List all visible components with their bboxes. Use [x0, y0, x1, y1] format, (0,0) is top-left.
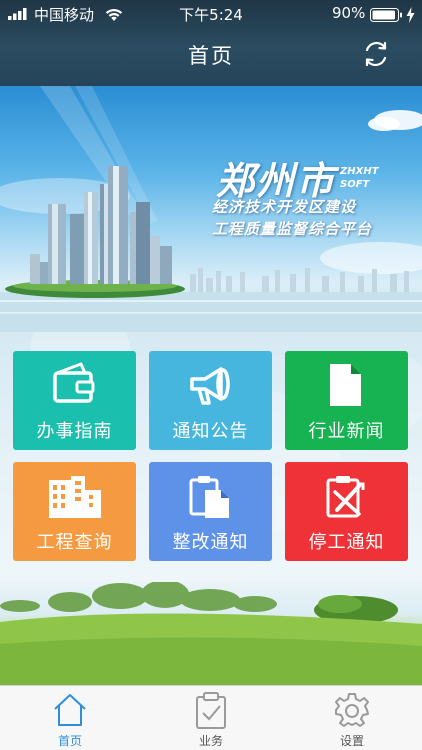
banner-brand-line2: SOFT: [340, 179, 370, 190]
document-icon: [330, 364, 361, 406]
battery-icon: [370, 8, 402, 22]
tab-home[interactable]: 首页: [0, 686, 140, 750]
wallet-icon: [53, 362, 95, 403]
tab-bar: 首页 业务 设置: [0, 685, 422, 750]
top-header: 中国移动 下午5:24 90% 首页: [0, 0, 422, 86]
tab-home-label: 首页: [57, 734, 82, 748]
stop-work-icon: [326, 476, 365, 518]
tab-settings-label: 设置: [339, 734, 364, 748]
tile-news[interactable]: 行业新闻: [285, 351, 408, 450]
tile-rectification[interactable]: 整改通知: [149, 462, 272, 561]
clipboard-icon: [189, 476, 229, 518]
tile-notice-label: 通知公告: [172, 421, 249, 442]
tab-business-label: 业务: [198, 734, 223, 748]
business-clipboard-icon: [196, 692, 226, 729]
buildings-icon: [49, 476, 101, 518]
tile-notice[interactable]: 通知公告: [149, 351, 272, 450]
tile-guide[interactable]: 办事指南: [13, 351, 136, 450]
meadow-trees-illustration: [0, 582, 422, 685]
megaphone-icon: [190, 367, 230, 405]
gear-icon: [335, 693, 369, 727]
home-icon: [54, 694, 86, 726]
tab-business[interactable]: 业务: [141, 686, 281, 750]
status-bar: 中国移动 下午5:24 90%: [0, 4, 422, 26]
banner-subtitle-line1: 经济技术开发区建设: [212, 198, 357, 216]
banner-subtitle-line2: 工程质量监督综合平台: [212, 220, 373, 238]
tile-stop-work-label: 停工通知: [308, 532, 385, 553]
banner-brand-line1: ZHXHT: [340, 166, 379, 177]
battery-percent: 90%: [332, 4, 366, 22]
page-title: 首页: [188, 44, 234, 68]
tile-news-label: 行业新闻: [308, 421, 385, 442]
hero-banner: 郑州市 ZHXHT SOFT 经济技术开发区建设 工程质量监督综合平台: [0, 86, 422, 332]
feature-grid: 办事指南 通知公告 行业新闻 工程查询 整改通知 停工通知: [0, 332, 422, 582]
city-skyline-illustration: [0, 86, 422, 332]
tab-settings[interactable]: 设置: [282, 686, 422, 750]
tile-project-query-label: 工程查询: [36, 532, 113, 553]
tile-stop-work[interactable]: 停工通知: [285, 462, 408, 561]
tile-guide-label: 办事指南: [36, 421, 113, 442]
tile-project-query[interactable]: 工程查询: [13, 462, 136, 561]
landscape-illustration: [0, 582, 422, 685]
tile-rectification-label: 整改通知: [172, 532, 249, 553]
charging-icon: [406, 7, 415, 23]
refresh-icon[interactable]: [360, 38, 392, 70]
